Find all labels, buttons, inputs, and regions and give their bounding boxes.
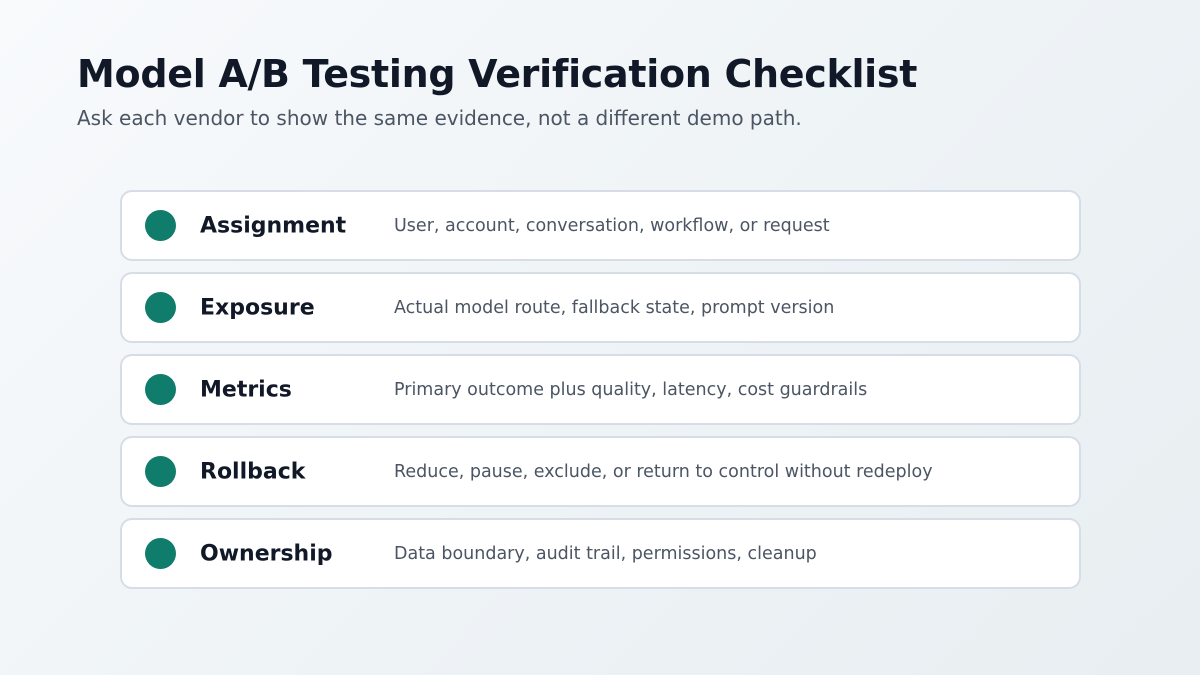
checklist-item-ownership: Ownership Data boundary, audit trail, pe… [120, 518, 1081, 589]
status-dot-icon [145, 456, 176, 487]
checklist-item-description: Primary outcome plus quality, latency, c… [394, 379, 868, 400]
checklist-item-description: Data boundary, audit trail, permissions,… [394, 543, 817, 564]
status-dot-icon [145, 374, 176, 405]
checklist-item-assignment: Assignment User, account, conversation, … [120, 190, 1081, 261]
status-dot-icon [145, 538, 176, 569]
page-title: Model A/B Testing Verification Checklist [77, 52, 918, 96]
checklist-item-description: Actual model route, fallback state, prom… [394, 297, 835, 318]
page-subtitle: Ask each vendor to show the same evidenc… [77, 106, 802, 130]
checklist-item-label: Exposure [200, 295, 315, 320]
checklist-item-description: Reduce, pause, exclude, or return to con… [394, 461, 933, 482]
checklist: Assignment User, account, conversation, … [120, 190, 1081, 600]
status-dot-icon [145, 292, 176, 323]
checklist-item-description: User, account, conversation, workflow, o… [394, 215, 830, 236]
slide: Model A/B Testing Verification Checklist… [0, 0, 1200, 675]
checklist-item-label: Ownership [200, 541, 333, 566]
checklist-item-rollback: Rollback Reduce, pause, exclude, or retu… [120, 436, 1081, 507]
checklist-item-metrics: Metrics Primary outcome plus quality, la… [120, 354, 1081, 425]
checklist-item-label: Assignment [200, 213, 347, 238]
checklist-item-label: Metrics [200, 377, 292, 402]
checklist-item-label: Rollback [200, 459, 306, 484]
status-dot-icon [145, 210, 176, 241]
checklist-item-exposure: Exposure Actual model route, fallback st… [120, 272, 1081, 343]
